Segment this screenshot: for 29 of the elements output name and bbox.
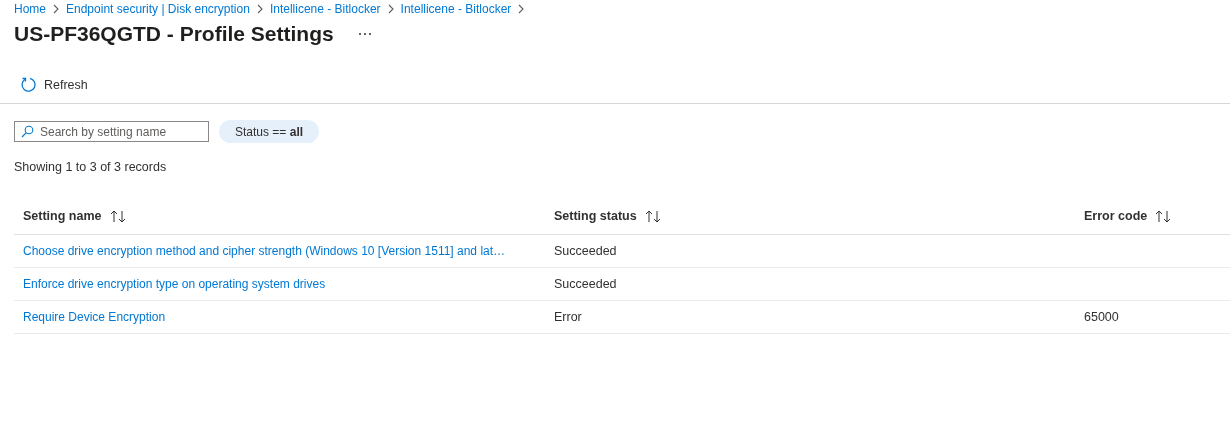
column-header[interactable]: Setting name bbox=[23, 209, 102, 223]
setting-link[interactable]: Choose drive encryption method and cipher strength (Windows 10 [Version 1511] and lat… bbox=[23, 244, 506, 258]
page-title: US-PF36QGTD - Profile Settings bbox=[14, 22, 334, 46]
error-code: 65000 bbox=[1084, 310, 1119, 324]
breadcrumb-link[interactable]: Endpoint security | Disk encryption bbox=[66, 2, 250, 16]
sort-icon[interactable] bbox=[644, 209, 662, 223]
chevron-right-icon bbox=[52, 4, 60, 14]
column-header[interactable]: Setting status bbox=[554, 209, 637, 223]
setting-link[interactable]: Enforce drive encryption type on operating system drives bbox=[23, 277, 326, 291]
search-field[interactable]: Search by setting name bbox=[14, 121, 209, 142]
setting-link[interactable]: Require Device Encryption bbox=[23, 310, 166, 324]
sort-icon[interactable] bbox=[1155, 209, 1173, 223]
status-text: Succeeded bbox=[554, 244, 617, 258]
breadcrumb-link[interactable]: Intellicene - Bitlocker bbox=[400, 2, 512, 16]
status-filter-pill[interactable]: Status == all bbox=[219, 120, 320, 143]
search-icon bbox=[21, 125, 34, 138]
chevron-right-icon bbox=[517, 4, 526, 14]
breadcrumb-link[interactable]: Home bbox=[14, 2, 46, 16]
column-header[interactable]: Error code bbox=[1084, 209, 1148, 223]
more-icon[interactable] bbox=[357, 32, 372, 36]
status-text: Error bbox=[554, 310, 582, 324]
chevron-right-icon bbox=[386, 4, 395, 14]
status-text: Succeeded bbox=[554, 277, 617, 291]
breadcrumb-link[interactable]: Intellicene - Bitlocker bbox=[269, 2, 381, 16]
refresh-button[interactable]: Refresh bbox=[12, 72, 96, 97]
refresh-icon bbox=[20, 76, 37, 93]
chevron-right-icon bbox=[255, 4, 264, 14]
records-summary: Showing 1 to 3 of 3 records bbox=[13, 159, 168, 174]
sort-icon[interactable] bbox=[109, 209, 127, 223]
